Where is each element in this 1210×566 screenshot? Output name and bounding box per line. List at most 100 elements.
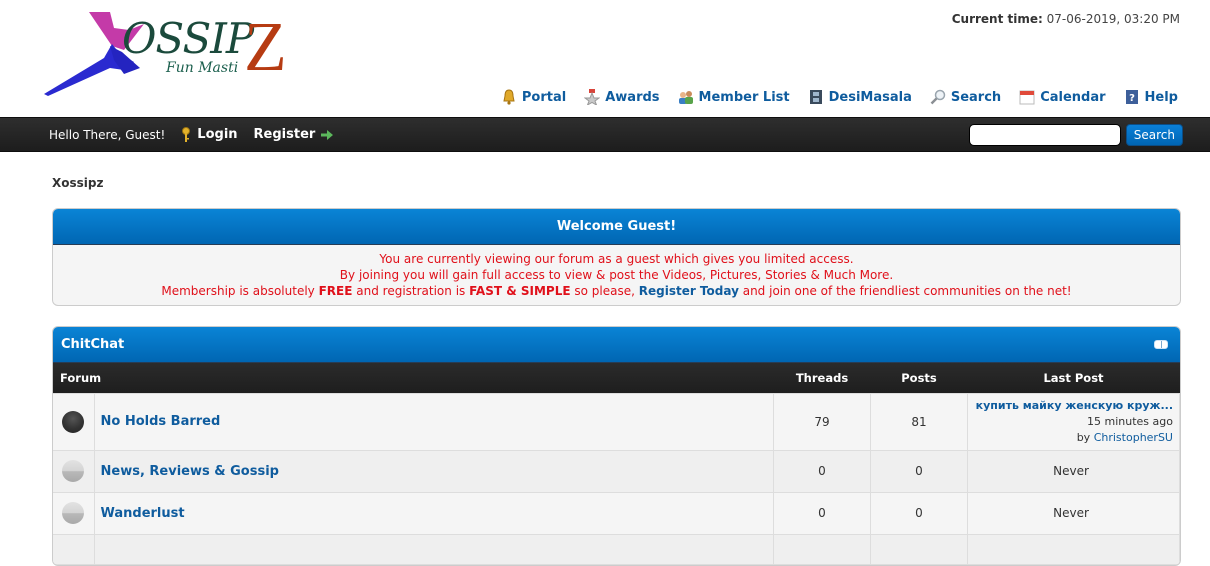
threads-count: 0 bbox=[773, 449, 871, 493]
posts-count: 81 bbox=[870, 392, 968, 451]
text-span: Membership is absolutely bbox=[161, 284, 319, 298]
forum-status bbox=[53, 449, 95, 493]
column-threads: Threads bbox=[773, 363, 871, 393]
table-row: News, Reviews & Gossip 0 0 Never bbox=[53, 449, 1180, 493]
register-link[interactable]: Register bbox=[254, 127, 334, 142]
threads-count bbox=[773, 533, 871, 565]
text-span: and registration is bbox=[352, 284, 470, 298]
no-new-posts-icon bbox=[62, 502, 85, 524]
table-row: No Holds Barred 79 81 купить майку женск… bbox=[53, 392, 1180, 451]
bell-icon bbox=[503, 89, 515, 105]
top-links: Portal Awards Member List DesiMasala Sea… bbox=[501, 89, 1178, 105]
logo-tagline: Fun Masti bbox=[166, 60, 239, 76]
fast-simple-emphasis: FAST & SIMPLE bbox=[469, 284, 571, 298]
category-header: ChitChat bbox=[53, 327, 1180, 363]
column-posts: Posts bbox=[870, 363, 968, 393]
arrow-right-icon bbox=[321, 129, 334, 140]
category-title[interactable]: ChitChat bbox=[61, 337, 124, 352]
column-last-post: Last Post bbox=[967, 363, 1180, 393]
last-post-cell: купить майку женскую круж... 15 minutes … bbox=[967, 392, 1180, 451]
welcome-message: You are currently viewing our forum as a… bbox=[53, 245, 1180, 305]
top-link-search[interactable]: Search bbox=[930, 89, 1001, 105]
login-label: Login bbox=[197, 127, 238, 142]
svg-text:?: ? bbox=[1129, 93, 1135, 104]
table-header-row: Forum Threads Posts Last Post bbox=[53, 363, 1180, 393]
forum-category-chitchat: ChitChat Forum Threads Posts Last Post N… bbox=[52, 326, 1181, 566]
top-link-calendar[interactable]: Calendar bbox=[1019, 89, 1106, 105]
forum-link[interactable]: News, Reviews & Gossip bbox=[101, 464, 279, 479]
top-link-label: DesiMasala bbox=[828, 89, 912, 105]
top-link-label: Member List bbox=[698, 89, 790, 105]
guest-greeting: Hello There, Guest! bbox=[49, 127, 166, 142]
current-time-label: Current time: bbox=[951, 12, 1043, 26]
header-search: Search bbox=[968, 124, 1183, 146]
award-star-icon bbox=[584, 89, 601, 105]
welcome-line-3: Membership is absolutely FREE and regist… bbox=[53, 283, 1180, 299]
welcome-title: Welcome Guest! bbox=[53, 209, 1180, 245]
main-content: Xossipz Welcome Guest! You are currently… bbox=[0, 176, 1210, 566]
posts-count: 0 bbox=[870, 491, 968, 535]
collapse-icon[interactable] bbox=[1154, 340, 1168, 349]
top-link-member-list[interactable]: Member List bbox=[678, 89, 790, 105]
posts-count: 0 bbox=[870, 449, 968, 493]
last-post-time: 15 minutes ago bbox=[1087, 414, 1173, 428]
site-logo[interactable]: OSSIP Z Fun Masti bbox=[44, 9, 294, 96]
login-link[interactable]: Login bbox=[181, 126, 238, 143]
top-link-desimasala[interactable]: DesiMasala bbox=[808, 89, 912, 105]
table-row: Wanderlust 0 0 Never bbox=[53, 491, 1180, 535]
top-link-help[interactable]: ? Help bbox=[1124, 89, 1178, 105]
logo-z: Z bbox=[244, 9, 287, 86]
magnifier-icon bbox=[930, 89, 946, 105]
top-link-awards[interactable]: Awards bbox=[584, 89, 660, 105]
last-post-cell: Never bbox=[967, 449, 1180, 493]
free-emphasis: FREE bbox=[318, 284, 353, 298]
last-post-author[interactable]: ChristopherSU bbox=[1094, 431, 1173, 444]
welcome-box: Welcome Guest! You are currently viewing… bbox=[52, 208, 1181, 306]
calendar-icon bbox=[1019, 90, 1035, 105]
forum-table: Forum Threads Posts Last Post No Holds B… bbox=[53, 363, 1180, 565]
last-post-cell bbox=[967, 533, 1180, 565]
column-forum: Forum bbox=[53, 363, 774, 393]
top-link-label: Help bbox=[1144, 89, 1178, 105]
search-button[interactable]: Search bbox=[1125, 124, 1183, 146]
register-today-link[interactable]: Register Today bbox=[639, 284, 739, 298]
current-time-value: 07-06-2019, 03:20 PM bbox=[1046, 12, 1180, 26]
new-posts-icon bbox=[62, 410, 85, 433]
top-link-label: Search bbox=[950, 89, 1002, 105]
posts-count bbox=[870, 533, 968, 565]
help-book-icon: ? bbox=[1125, 90, 1138, 104]
table-row bbox=[53, 533, 1180, 565]
current-time: Current time: 07-06-2019, 03:20 PM bbox=[952, 12, 1180, 26]
forum-name-cell: No Holds Barred bbox=[93, 392, 774, 451]
top-link-label: Calendar bbox=[1040, 89, 1106, 105]
breadcrumb[interactable]: Xossipz bbox=[52, 176, 1181, 208]
welcome-line-1: You are currently viewing our forum as a… bbox=[379, 252, 854, 266]
text-span: and join one of the friendliest communit… bbox=[738, 284, 1072, 298]
search-input[interactable] bbox=[968, 124, 1121, 146]
forum-name-cell: Wanderlust bbox=[93, 491, 774, 535]
forum-status bbox=[53, 491, 95, 535]
by-label: by bbox=[1076, 430, 1094, 444]
members-icon bbox=[678, 91, 693, 104]
forum-status bbox=[53, 392, 95, 451]
key-icon bbox=[182, 126, 191, 142]
register-label: Register bbox=[253, 127, 316, 142]
logo-word: OSSIP bbox=[122, 14, 254, 63]
user-panel: Hello There, Guest! Login Register Searc… bbox=[0, 117, 1210, 152]
top-link-portal[interactable]: Portal bbox=[501, 89, 566, 105]
header: OSSIP Z Fun Masti Current time: 07-06-20… bbox=[0, 0, 1210, 117]
no-new-posts-icon bbox=[62, 460, 85, 482]
top-link-label: Awards bbox=[605, 89, 660, 105]
text-span: so please, bbox=[570, 284, 639, 298]
forum-status bbox=[53, 533, 95, 565]
forum-link[interactable]: Wanderlust bbox=[101, 506, 185, 521]
forum-link[interactable]: No Holds Barred bbox=[101, 414, 221, 429]
welcome-line-2: By joining you will gain full access to … bbox=[339, 268, 894, 282]
forum-name-cell bbox=[93, 533, 774, 565]
threads-count: 79 bbox=[773, 392, 871, 451]
last-post-link[interactable]: купить майку женскую круж... bbox=[976, 399, 1173, 412]
top-link-label: Portal bbox=[521, 89, 567, 105]
forum-name-cell: News, Reviews & Gossip bbox=[93, 449, 774, 493]
last-post-cell: Never bbox=[967, 491, 1180, 535]
threads-count: 0 bbox=[773, 491, 871, 535]
